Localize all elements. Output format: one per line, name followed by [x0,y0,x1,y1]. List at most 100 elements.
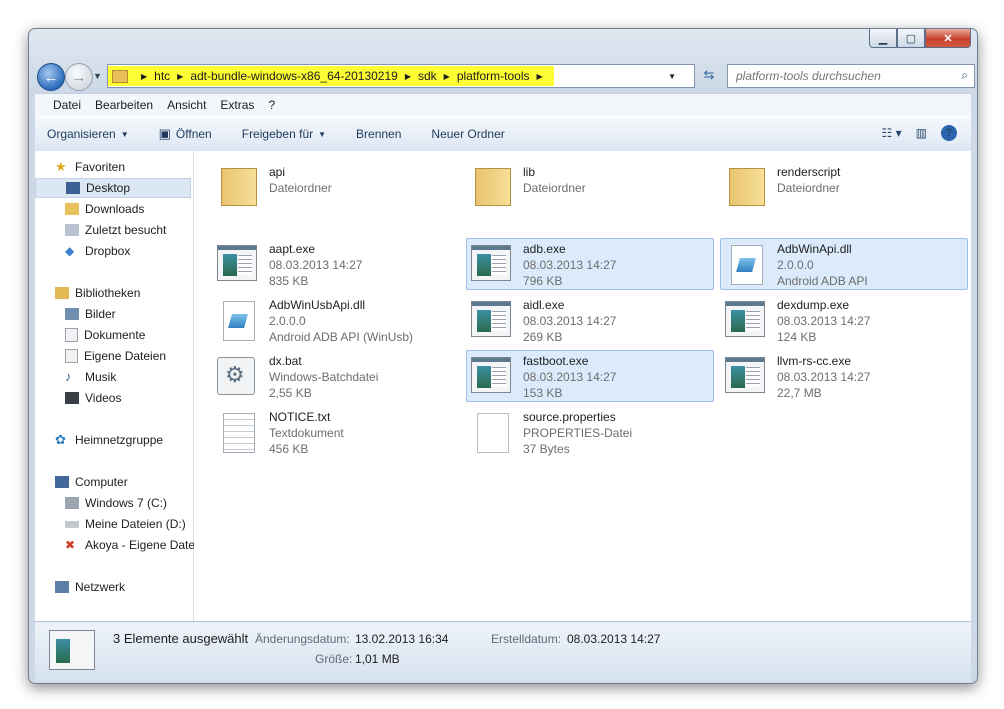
organize-button[interactable]: Organisieren ▼ [47,127,129,141]
window-controls: ▁ ▢ ✕ [869,29,971,48]
exe-icon [49,630,95,670]
file-size: 37 Bytes [523,442,570,456]
breadcrumb: ▶ htc ▶ adt-bundle-windows-x86_64-201302… [108,66,554,86]
disconnected-drive-icon: ✖ [65,538,76,552]
exe-icon [471,245,511,281]
file-item[interactable]: renderscript Dateiordner [720,161,968,211]
file-item[interactable]: lib Dateiordner [466,161,714,211]
breadcrumb-item[interactable]: platform-tools [457,69,530,83]
nav-network-drive[interactable]: ✖ Akoya - Eigene Date [65,535,195,555]
nav-downloads[interactable]: Downloads [65,199,144,219]
maximize-button[interactable]: ▢ [897,29,925,48]
file-item[interactable]: llvm-rs-cc.exe 08.03.2013 14:27 22,7 MB [720,350,968,402]
file-item[interactable]: AdbWinUsbApi.dll 2.0.0.0 Android ADB API (… [212,294,460,346]
file-item[interactable]: AdbWinApi.dll 2.0.0.0 Android ADB API [720,238,968,290]
folder-icon [729,168,765,206]
file-item[interactable]: fastboot.exe 08.03.2013 14:27 153 KB [466,350,714,402]
nav-music[interactable]: ♪ Musik [65,367,116,387]
nav-drive-d[interactable]: Meine Dateien (D:) [65,514,186,534]
computer-icon [55,476,69,488]
file-date: 08.03.2013 14:27 [777,314,871,328]
file-description: Android ADB API [777,274,868,288]
nav-label: Dokumente [84,328,146,342]
exe-icon [725,357,765,393]
back-button[interactable]: ← [37,63,65,91]
share-label: Freigeben für [241,127,314,141]
menu-help[interactable]: ? [268,98,275,112]
windows-drive-icon [65,497,79,509]
menu-extras[interactable]: Extras [220,98,254,112]
file-item[interactable]: aidl.exe 08.03.2013 14:27 269 KB [466,294,714,346]
file-size: 456 KB [269,442,309,456]
nav-computer[interactable]: Computer [55,472,128,492]
nav-label: Computer [75,475,128,489]
file-type: Dateiordner [523,181,586,195]
chevron-down-icon: ▼ [120,129,129,139]
file-item[interactable]: source.properties PROPERTIES-Datei 37 Byte… [466,406,714,458]
view-options-icon[interactable]: ☷ ▾ [882,126,902,140]
chevron-down-icon: ▼ [318,129,327,139]
size-label: Größe: [315,652,353,666]
menu-bearbeiten[interactable]: Bearbeiten [95,98,153,112]
file-type: PROPERTIES-Datei [523,426,633,440]
open-label: Öffnen [175,127,212,141]
recent-pages-icon[interactable]: ▼ [93,71,102,81]
preview-pane-icon[interactable]: ▥ [916,126,927,140]
file-date: 08.03.2013 14:27 [523,314,617,328]
nav-libraries[interactable]: Bibliotheken [55,283,140,303]
folder-icon [221,168,257,206]
created-value: 08.03.2013 14:27 [567,632,661,646]
nav-label: Netzwerk [75,580,126,594]
help-icon[interactable]: ? [941,125,957,141]
file-name: renderscript [777,165,841,179]
file-item[interactable]: dx.bat Windows-Batchdatei 2,55 KB [212,350,460,402]
file-item[interactable]: adb.exe 08.03.2013 14:27 796 KB [466,238,714,290]
file-item[interactable]: api Dateiordner [212,161,460,211]
breadcrumb-arrow-icon[interactable]: ▶ [537,72,543,81]
nav-dropbox[interactable]: ◆ Dropbox [65,241,130,261]
new-folder-button[interactable]: Neuer Ordner [431,127,504,141]
share-button[interactable]: Freigeben für ▼ [242,127,326,141]
file-item[interactable]: dexdump.exe 08.03.2013 14:27 124 KB [720,294,968,346]
file-item[interactable]: aapt.exe 08.03.2013 14:27 835 KB [212,238,460,290]
nav-my-files[interactable]: Eigene Dateien [65,346,166,366]
file-name: llvm-rs-cc.exe [777,354,851,368]
nav-desktop[interactable]: Desktop [35,178,191,198]
breadcrumb-arrow-icon[interactable]: ▶ [141,72,147,81]
address-dropdown-icon[interactable]: ▼ [668,72,676,81]
address-bar[interactable]: ▶ htc ▶ adt-bundle-windows-x86_64-201302… [107,64,695,88]
menu-datei[interactable]: Datei [53,98,81,112]
open-button[interactable]: ▣ Öffnen [159,126,212,142]
nav-documents[interactable]: Dokumente [65,325,145,345]
forward-button[interactable]: → [65,63,93,91]
nav-favorites[interactable]: ★ Favoriten [55,157,125,177]
refresh-icon[interactable]: ⇆ [697,65,721,85]
minimize-button[interactable]: ▁ [869,29,897,48]
nav-homegroup[interactable]: ✿ Heimnetzgruppe [55,430,163,450]
file-type: Textdokument [269,426,344,440]
breadcrumb-arrow-icon[interactable]: ▶ [444,72,450,81]
file-description: Android ADB API (WinUsb) [269,330,414,344]
file-size: 269 KB [523,330,563,344]
documents-icon [65,349,78,363]
nav-recent[interactable]: Zuletzt besucht [65,220,166,240]
breadcrumb-item[interactable]: sdk [418,69,437,83]
file-type: Dateiordner [269,181,332,195]
breadcrumb-item[interactable]: adt-bundle-windows-x86_64-20130219 [190,69,397,83]
burn-button[interactable]: Brennen [356,127,401,141]
nav-pictures[interactable]: Bilder [65,304,116,324]
desktop-icon [66,182,80,194]
breadcrumb-arrow-icon[interactable]: ▶ [405,72,411,81]
breadcrumb-item[interactable]: htc [154,69,170,83]
breadcrumb-arrow-icon[interactable]: ▶ [177,72,183,81]
file-item[interactable]: NOTICE.txt Textdokument 456 KB [212,406,460,458]
search-input[interactable] [734,68,948,84]
search-icon[interactable]: ⌕ [961,68,968,83]
nav-videos[interactable]: Videos [65,388,121,408]
close-button[interactable]: ✕ [925,29,971,48]
menu-ansicht[interactable]: Ansicht [167,98,206,112]
file-name: dexdump.exe [777,298,850,312]
size-value: 1,01 MB [355,652,400,666]
nav-drive-c[interactable]: Windows 7 (C:) [65,493,167,513]
nav-network[interactable]: Netzwerk [55,577,125,597]
